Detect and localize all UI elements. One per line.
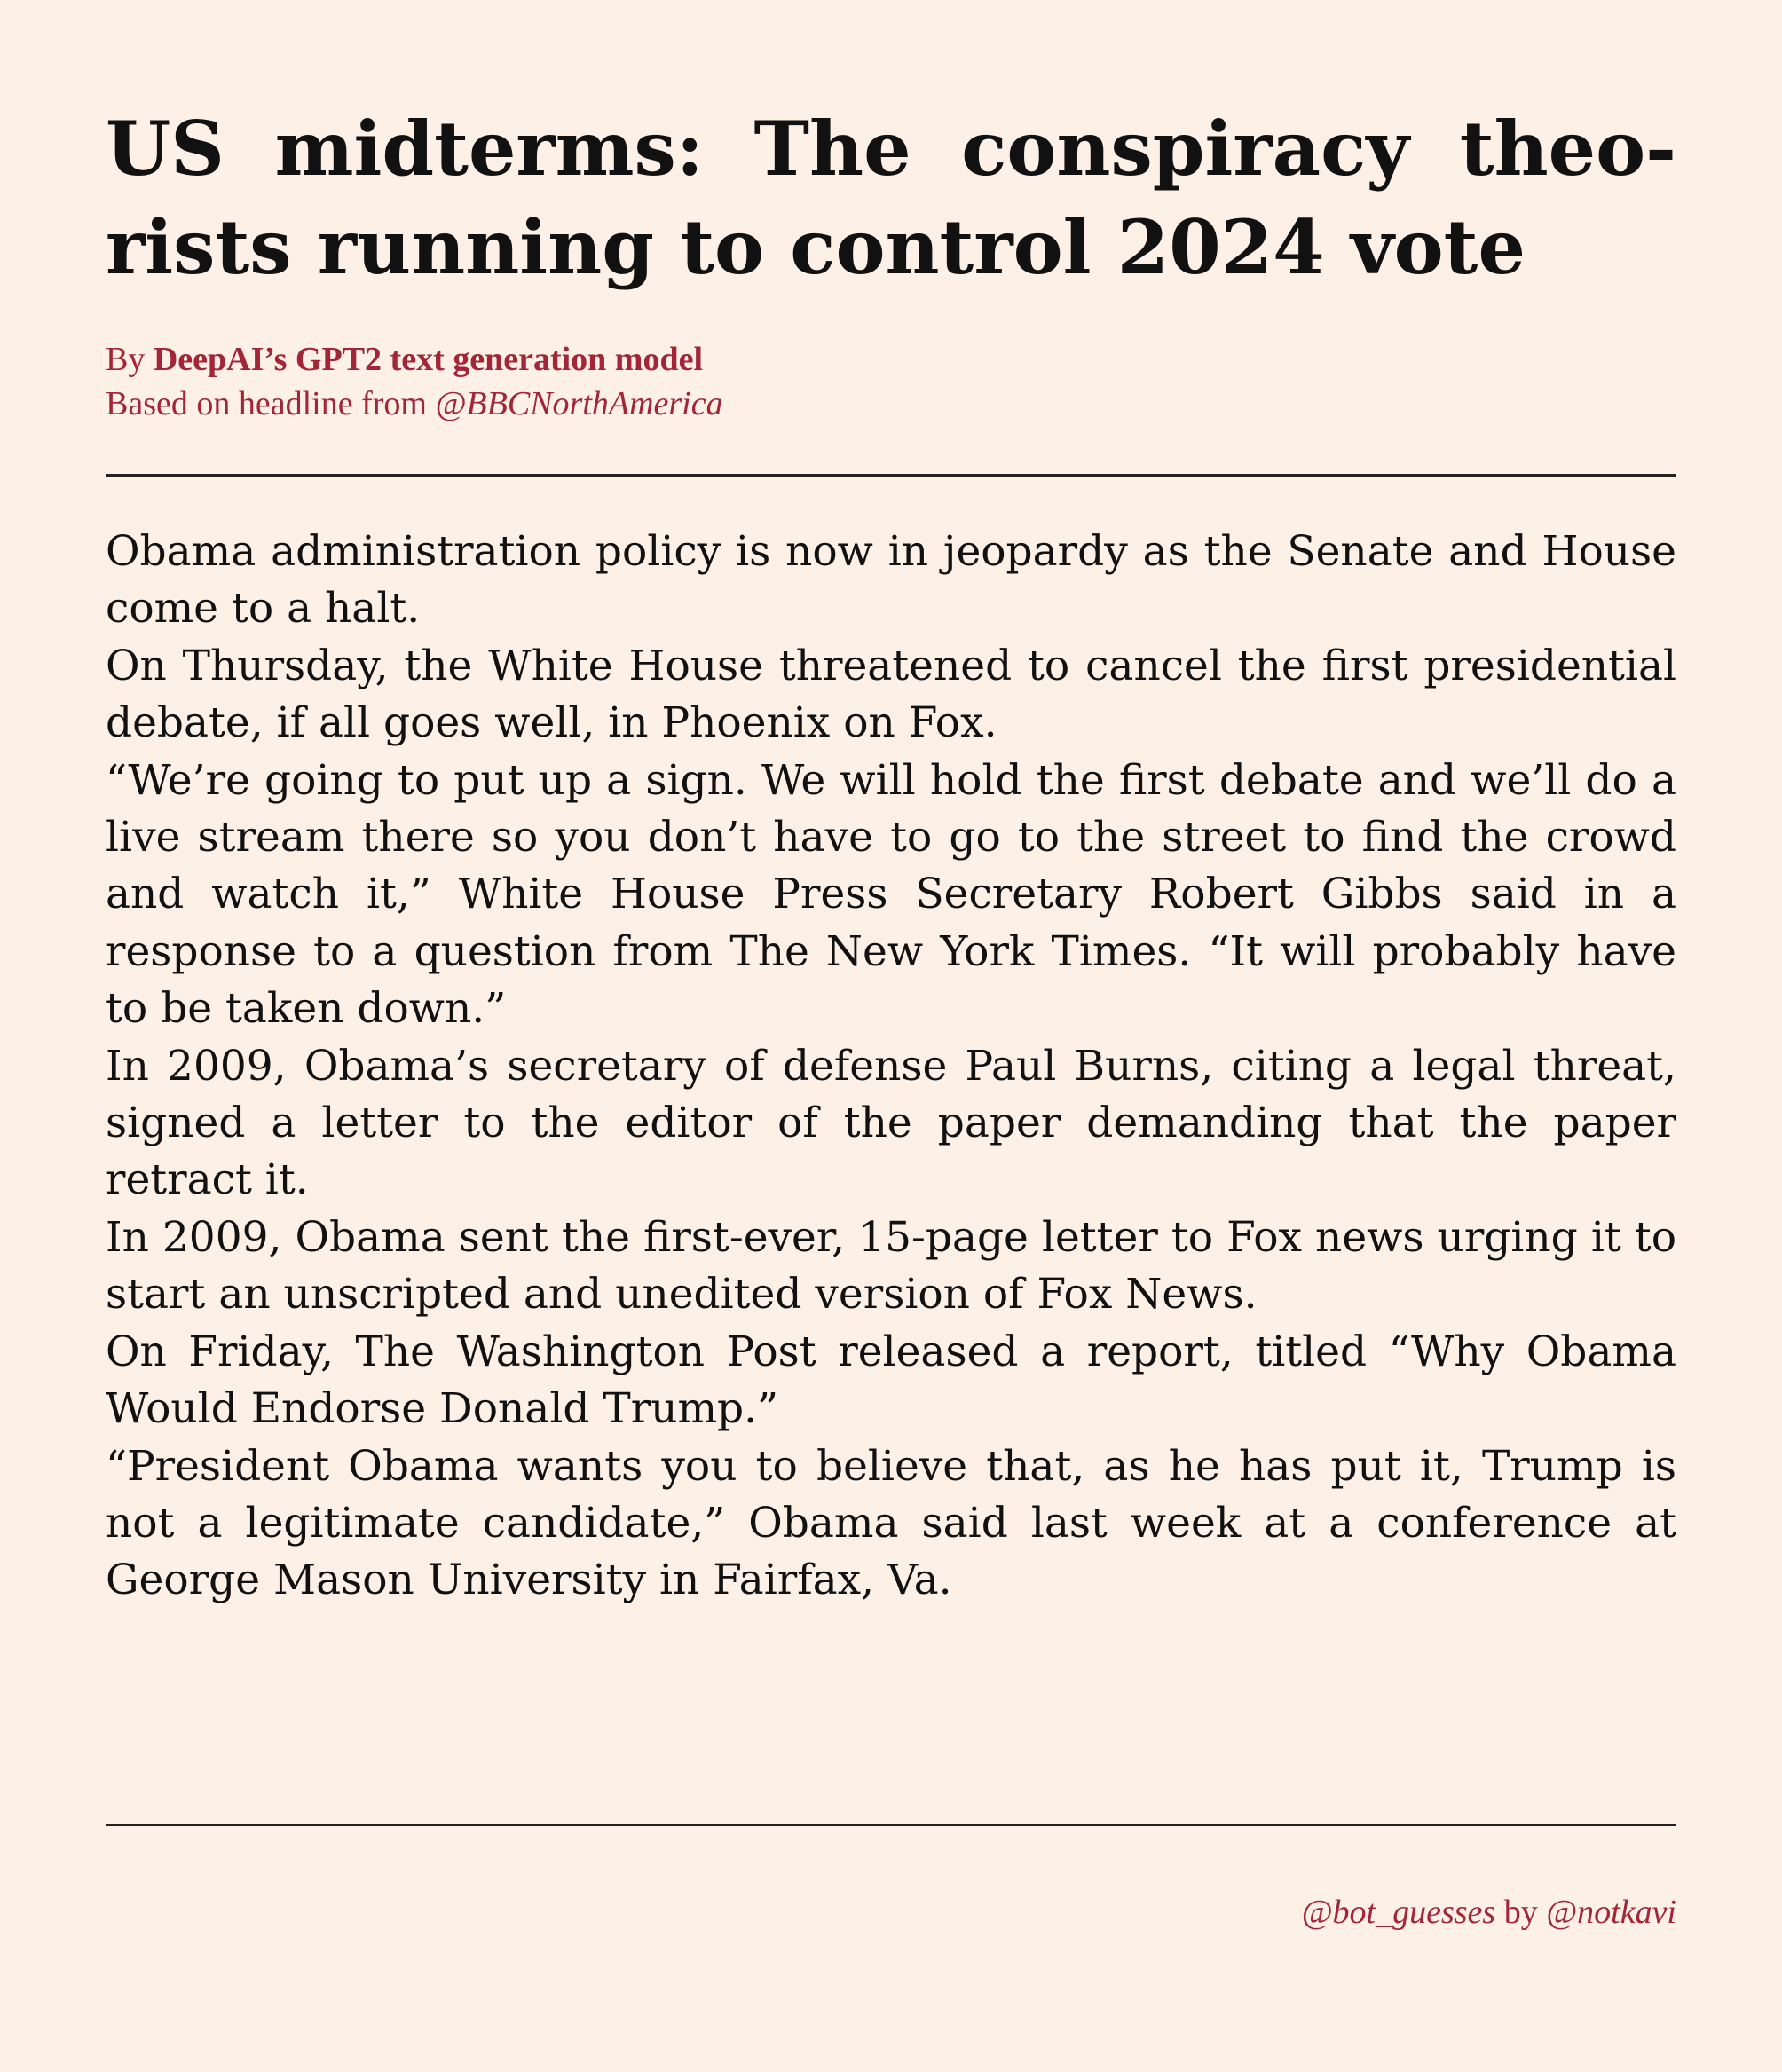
footer-by: by: [1495, 1894, 1547, 1931]
author-line: By DeepAI’s GPT2 text generation model: [106, 337, 1676, 382]
article-paragraph: “President Obama wants you to believe th…: [106, 1441, 1676, 1605]
byline-prefix: By: [106, 341, 154, 378]
headline: US midterms: The conspiracy theo­rists r…: [106, 105, 1676, 291]
byline-author: DeepAI’s GPT2 text generation model: [153, 341, 704, 378]
article-body: Obama administration policy is now in je…: [106, 524, 1676, 1610]
byline: By DeepAI’s GPT2 text generation model B…: [106, 337, 1676, 426]
bottom-divider: [106, 1824, 1676, 1826]
bot-handle-link[interactable]: @bot_guesses: [1302, 1894, 1496, 1931]
article-paragraph: On Friday, The Washington Post released …: [106, 1327, 1676, 1434]
article-paragraph: In 2009, Obama sent the first-ever, 15-p…: [106, 1212, 1676, 1320]
top-divider: [106, 474, 1676, 477]
source-handle-link[interactable]: @BBCNorthAmerica: [435, 385, 722, 422]
footer-credit: @bot_guesses by @notkavi: [1302, 1890, 1676, 1934]
article-paragraph: Obama administration policy is now in je…: [106, 527, 1676, 634]
article-paragraph: “We’re going to put up a sign. We will h…: [106, 755, 1676, 1034]
author-handle-link[interactable]: @notkavi: [1546, 1894, 1676, 1931]
article-page: US midterms: The conspiracy theo­rists r…: [0, 0, 1782, 2072]
source-prefix: Based on headline from: [106, 385, 436, 422]
article-paragraph: In 2009, Obama’s secretary of defense Pa…: [106, 1041, 1676, 1205]
article-paragraph: On Thursday, the White House threatened …: [106, 641, 1676, 748]
source-line: Based on headline from @BBCNorthAmerica: [106, 382, 1676, 426]
